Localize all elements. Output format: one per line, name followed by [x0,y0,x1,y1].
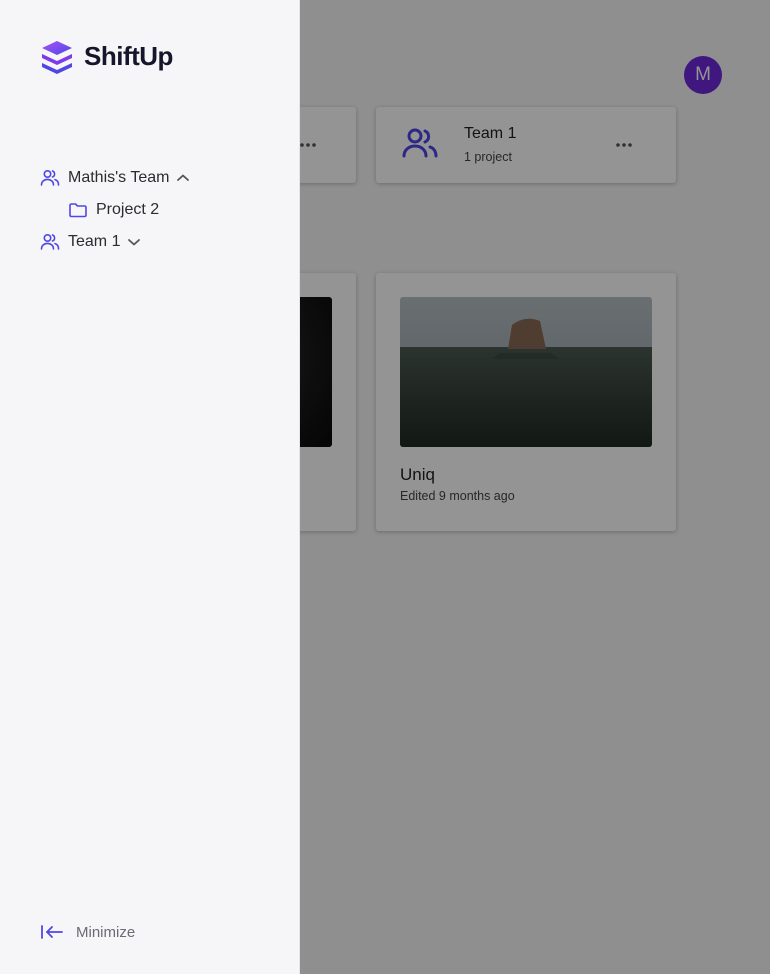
collapse-sidebar-icon [40,920,64,944]
sidebar-item-mathis-team[interactable]: Mathis's Team [40,168,191,188]
sidebar: ShiftUp Mathis's Team Project 2 Team 1 M… [0,0,300,974]
sidebar-item-label: Team 1 [68,233,121,250]
brand-name: ShiftUp [84,41,173,71]
users-icon [40,232,60,252]
sidebar-item-label: Project 2 [96,201,160,218]
minimize-button[interactable]: Minimize [40,920,135,944]
folder-icon [68,200,88,220]
logo-icon [40,39,74,74]
users-icon [40,168,60,188]
sidebar-item-project-2[interactable]: Project 2 [68,200,159,220]
chevron-up-icon[interactable] [175,170,191,186]
minimize-label: Minimize [76,923,136,941]
chevron-down-icon[interactable] [126,234,142,250]
sidebar-item-label: Mathis's Team [68,169,170,186]
sidebar-item-team-1[interactable]: Team 1 [40,232,142,252]
brand-logo[interactable]: ShiftUp [40,39,173,74]
